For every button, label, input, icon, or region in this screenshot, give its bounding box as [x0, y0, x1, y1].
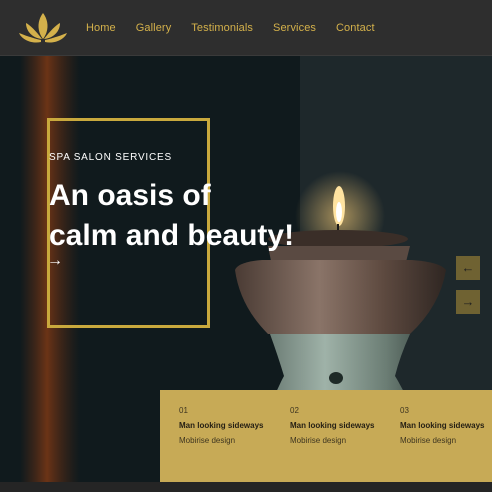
feature-subtitle: Mobirise design	[290, 436, 347, 445]
features-panel: 01 Man looking sideways Mobirise design …	[160, 390, 492, 482]
feature-title: Man looking sideways	[290, 421, 375, 430]
nav-gallery[interactable]: Gallery	[136, 22, 172, 34]
nav-testimonials[interactable]: Testimonials	[191, 22, 253, 34]
feature-subtitle: Mobirise design	[400, 436, 457, 445]
feature-subtitle: Mobirise design	[179, 436, 236, 445]
slider-next-button[interactable]: →	[456, 290, 480, 314]
feature-title: Man looking sideways	[179, 421, 264, 430]
main-nav: Home Gallery Testimonials Services Conta…	[86, 0, 395, 55]
feature-title: Man looking sideways	[400, 421, 485, 430]
header: Home Gallery Testimonials Services Conta…	[0, 0, 492, 56]
nav-contact[interactable]: Contact	[336, 22, 375, 34]
feature-number: 01	[179, 406, 188, 415]
nav-services[interactable]: Services	[273, 22, 316, 34]
hero-title-line-2: calm and beauty!	[49, 219, 295, 252]
bottom-bar	[0, 482, 492, 492]
nav-home[interactable]: Home	[86, 22, 116, 34]
hero-title-line-1: An oasis of	[49, 179, 211, 212]
lotus-icon[interactable]	[18, 11, 68, 45]
feature-number: 03	[400, 406, 409, 415]
slider-prev-button[interactable]: ←	[456, 256, 480, 280]
hero-title: An oasis of calm and beauty!	[49, 176, 349, 256]
feature-number: 02	[290, 406, 299, 415]
hero-arrow-icon[interactable]: →	[47, 253, 63, 269]
hero-subtitle: SPA SALON SERVICES	[49, 152, 172, 163]
page: Home Gallery Testimonials Services Conta…	[0, 0, 492, 492]
